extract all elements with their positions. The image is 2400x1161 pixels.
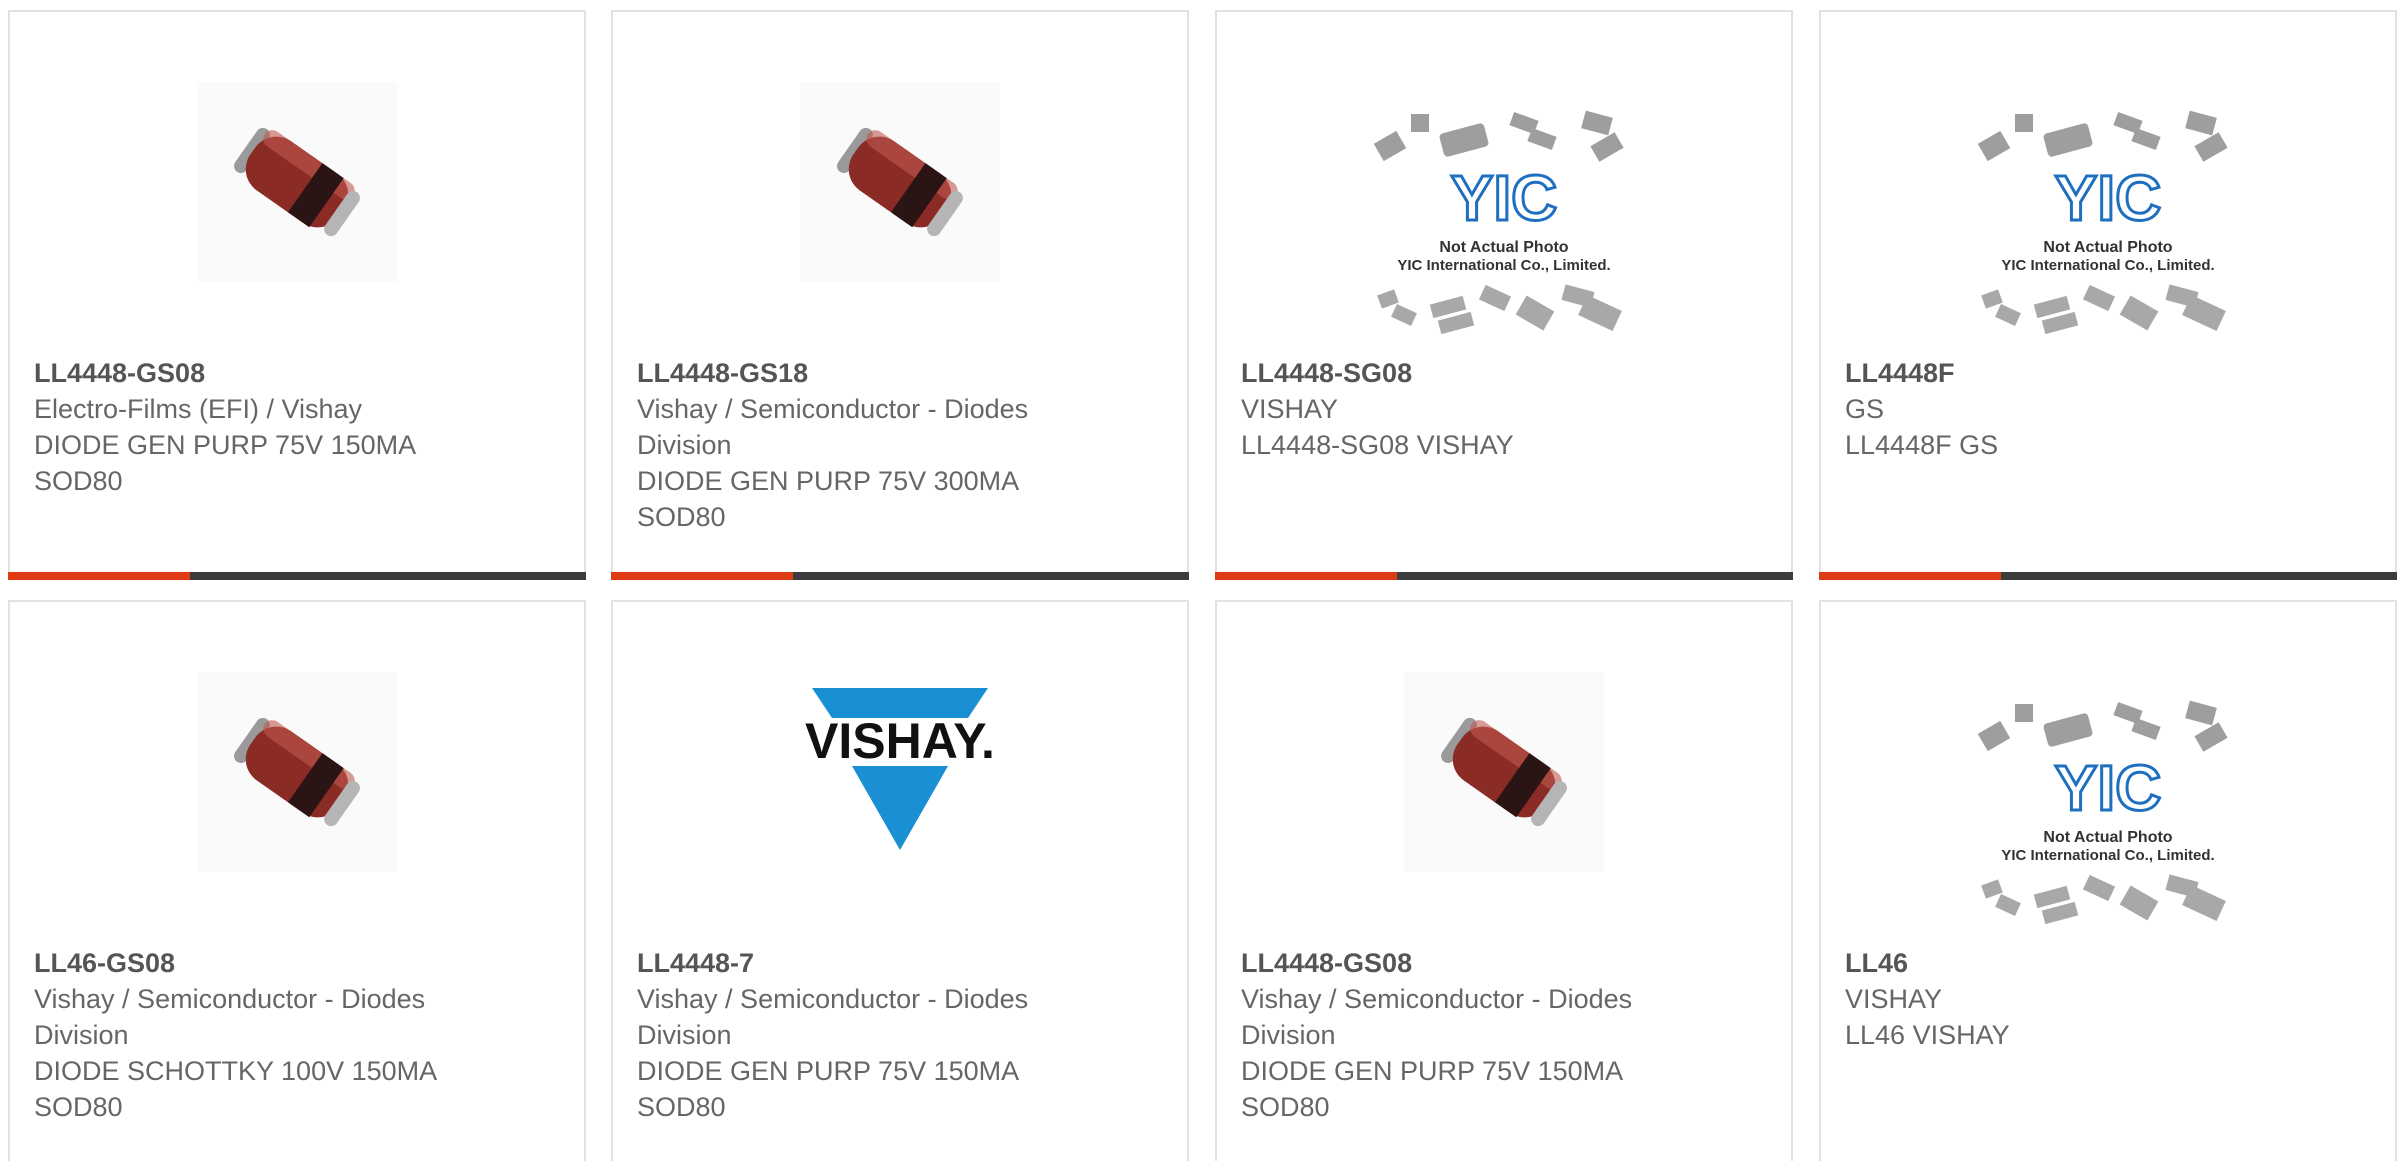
description: SOD80: [1241, 1092, 1330, 1122]
product-card[interactable]: YIC Not Actual Photo YIC International C…: [1215, 10, 1793, 580]
part-number[interactable]: LL46-GS08: [34, 945, 564, 981]
manufacturer: Vishay / Semiconductor - Diodes: [637, 394, 1029, 424]
manufacturer: VISHAY: [1241, 394, 1339, 424]
placeholder-line2: YIC International Co., Limited.: [1397, 257, 1610, 274]
manufacturer: Division: [1241, 1020, 1336, 1050]
placeholder-line1: Not Actual Photo: [2043, 239, 2172, 256]
manufacturer: Division: [637, 1020, 732, 1050]
product-grid: LL4448-GS08 Electro-Films (EFI) / Vishay…: [0, 0, 2400, 1161]
product-card[interactable]: LL4448-GS18 Vishay / Semiconductor - Dio…: [611, 10, 1189, 580]
part-number[interactable]: LL4448-GS08: [34, 355, 564, 391]
part-number[interactable]: LL46: [1845, 945, 2375, 981]
progress-accent: [1819, 572, 2001, 580]
manufacturer: Vishay / Semiconductor - Diodes: [1241, 984, 1633, 1014]
part-number[interactable]: LL4448-GS18: [637, 355, 1167, 391]
description: SOD80: [637, 1092, 726, 1122]
product-card[interactable]: LL4448-GS08 Electro-Films (EFI) / Vishay…: [8, 10, 586, 580]
progress-bar: [1215, 572, 1793, 580]
product-card[interactable]: LL4448-GS08 Vishay / Semiconductor - Dio…: [1215, 600, 1793, 1161]
progress-accent: [8, 572, 190, 580]
part-number[interactable]: LL4448-GS08: [1241, 945, 1771, 981]
part-number[interactable]: LL4448F: [1845, 355, 2375, 391]
diode-photo: [1217, 672, 1791, 872]
part-number[interactable]: LL4448-7: [637, 945, 1167, 981]
description: LL4448F GS: [1845, 430, 1999, 460]
part-number[interactable]: LL4448-SG08: [1241, 355, 1771, 391]
manufacturer: Division: [637, 430, 732, 460]
progress-bar: [1819, 572, 2397, 580]
placeholder-line1: Not Actual Photo: [2043, 829, 2172, 846]
yic-logo: YIC: [2055, 752, 2162, 824]
placeholder-line1: Not Actual Photo: [1439, 239, 1568, 256]
progress-bar: [611, 572, 1189, 580]
progress-accent: [611, 572, 793, 580]
description: DIODE SCHOTTKY 100V 150MA: [34, 1056, 438, 1086]
not-actual-photo-placeholder: YIC Not Actual Photo YIC International C…: [1821, 102, 2395, 342]
diode-photo: [613, 82, 1187, 282]
manufacturer: Vishay / Semiconductor - Diodes: [637, 984, 1029, 1014]
vishay-logo: VISHAY.: [613, 688, 1187, 858]
not-actual-photo-placeholder: YIC Not Actual Photo YIC International C…: [1821, 692, 2395, 932]
manufacturer: GS: [1845, 394, 1885, 424]
vishay-wordmark: VISHAY.: [805, 713, 995, 769]
description: LL4448-SG08 VISHAY: [1241, 430, 1514, 460]
manufacturer: Division: [34, 1020, 129, 1050]
diode-photo: [10, 82, 584, 282]
product-card[interactable]: YIC Not Actual Photo YIC International C…: [1819, 10, 2397, 580]
progress-bar: [8, 572, 586, 580]
description: SOD80: [34, 1092, 123, 1122]
product-card[interactable]: YIC Not Actual Photo YIC International C…: [1819, 600, 2397, 1161]
yic-logo: YIC: [1451, 162, 1558, 234]
description: SOD80: [637, 502, 726, 532]
product-card[interactable]: LL46-GS08 Vishay / Semiconductor - Diode…: [8, 600, 586, 1161]
description: DIODE GEN PURP 75V 150MA: [1241, 1056, 1624, 1086]
product-card[interactable]: VISHAY. LL4448-7 Vishay / Semiconductor …: [611, 600, 1189, 1161]
placeholder-line2: YIC International Co., Limited.: [2001, 847, 2214, 864]
description: DIODE GEN PURP 75V 300MA: [637, 466, 1020, 496]
manufacturer: Vishay / Semiconductor - Diodes: [34, 984, 426, 1014]
manufacturer: VISHAY: [1845, 984, 1943, 1014]
not-actual-photo-placeholder: YIC Not Actual Photo YIC International C…: [1217, 102, 1791, 342]
placeholder-line2: YIC International Co., Limited.: [2001, 257, 2214, 274]
diode-photo: [10, 672, 584, 872]
description: LL46 VISHAY: [1845, 1020, 2010, 1050]
description: SOD80: [34, 466, 123, 496]
manufacturer: Electro-Films (EFI) / Vishay: [34, 394, 363, 424]
progress-accent: [1215, 572, 1397, 580]
yic-logo: YIC: [2055, 162, 2162, 234]
description: DIODE GEN PURP 75V 150MA: [637, 1056, 1020, 1086]
description: DIODE GEN PURP 75V 150MA: [34, 430, 417, 460]
